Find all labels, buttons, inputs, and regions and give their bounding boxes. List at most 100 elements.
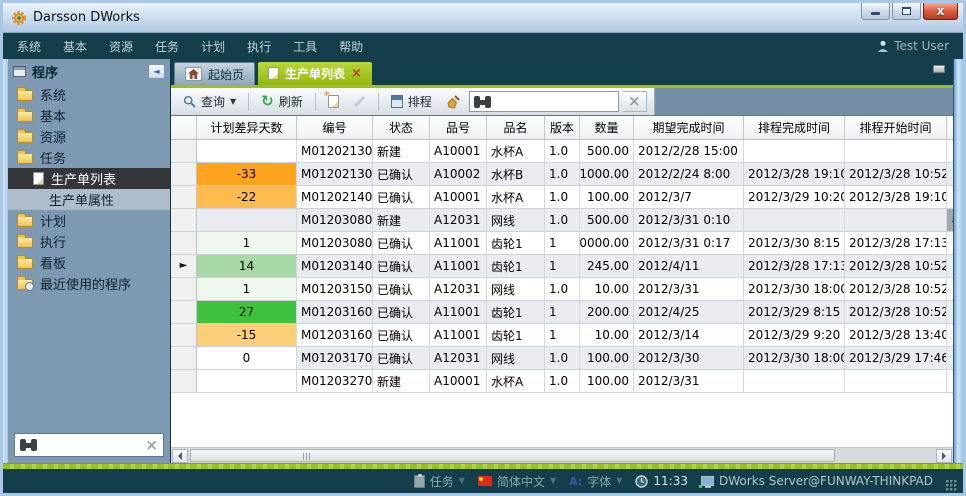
row-selector[interactable]: [171, 278, 197, 300]
sidebar-item[interactable]: 最近使用的程序: [8, 273, 170, 294]
scroll-left-button[interactable]: [172, 449, 188, 463]
table-row[interactable]: 1M012031501已确认A12031网线1.010.002012/3/312…: [171, 278, 953, 301]
sidebar-item[interactable]: 系统: [8, 84, 170, 105]
row-selector[interactable]: [171, 301, 197, 323]
sidebar-item[interactable]: 生产单属性: [8, 189, 170, 210]
column-header-sched_start[interactable]: 排程开始时间: [845, 116, 947, 139]
cell-code: M012021302: [297, 163, 373, 185]
minimize-button[interactable]: [861, 3, 890, 20]
menu-item-2[interactable]: 资源: [109, 38, 133, 55]
sidebar-item[interactable]: 执行: [8, 231, 170, 252]
column-header-version[interactable]: 版本: [545, 116, 580, 139]
column-header-expected[interactable]: 期望完成时间: [634, 116, 744, 139]
cell-qty: 200.00: [580, 301, 634, 323]
column-header-item_name[interactable]: 品名: [487, 116, 545, 139]
page-icon: [268, 67, 279, 80]
task-label: 任务: [430, 473, 454, 490]
table-row[interactable]: -22M012021401已确认A10001水杯A1.0100.002012/3…: [171, 186, 953, 209]
cell-code: M012031501: [297, 278, 373, 300]
folder-icon: [17, 132, 33, 143]
table-row[interactable]: 1M012030802已确认A11001齿轮1110000.002012/3/3…: [171, 232, 953, 255]
table-row[interactable]: M012032701新建A10001水杯A1.0100.002012/3/31: [171, 370, 953, 393]
clean-button[interactable]: [441, 93, 465, 111]
refresh-icon: ↻: [261, 94, 274, 109]
menu-item-0[interactable]: 系统: [17, 38, 41, 55]
sidebar-item[interactable]: 看板: [8, 252, 170, 273]
table-row[interactable]: -15M012031602已确认A11001齿轮1110.002012/3/14…: [171, 324, 953, 347]
cell-item_no: A12031: [430, 209, 487, 231]
row-selector[interactable]: [171, 209, 197, 231]
scroll-right-button[interactable]: [936, 449, 952, 463]
cell-item_no: A10001: [430, 140, 487, 162]
row-selector[interactable]: [171, 186, 197, 208]
column-header-diff[interactable]: 计划差异天数: [197, 116, 297, 139]
restore-button[interactable]: [892, 3, 921, 20]
table-row[interactable]: M012030801新建A12031网线1.0500.002012/3/31 0…: [171, 209, 953, 232]
cell-sched_end: [744, 140, 845, 162]
sidebar-item[interactable]: 任务: [8, 147, 170, 168]
sidebar-item[interactable]: 生产单列表: [8, 168, 170, 189]
sidebar-search-input[interactable]: [43, 438, 139, 452]
menu-item-4[interactable]: 计划: [201, 38, 225, 55]
table-row[interactable]: 27M012031601已确认A11001齿轮11200.002012/4/25…: [171, 301, 953, 324]
tab-start-page[interactable]: 起始页: [174, 62, 255, 85]
row-selector[interactable]: [171, 347, 197, 369]
search-icon: [183, 95, 196, 108]
cell-version: 1.0: [545, 186, 580, 208]
row-selector[interactable]: [171, 140, 197, 162]
row-selector[interactable]: ►: [171, 255, 197, 277]
menu-item-6[interactable]: 工具: [293, 38, 317, 55]
table-row[interactable]: 0M012031701已确认A12031网线1.0100.002012/3/30…: [171, 347, 953, 370]
row-selector[interactable]: [171, 163, 197, 185]
row-selector[interactable]: [171, 324, 197, 346]
cell-item_name: 网线: [487, 278, 545, 300]
menu-item-3[interactable]: 任务: [155, 38, 179, 55]
menu-item-5[interactable]: 执行: [247, 38, 271, 55]
font-icon: A:: [569, 475, 582, 488]
chevron-down-icon: ▼: [230, 98, 236, 106]
row-selector[interactable]: [171, 370, 197, 392]
sidebar-item[interactable]: 资源: [8, 126, 170, 147]
toolbar-search-input[interactable]: [496, 95, 614, 109]
window-right-frame: [953, 59, 963, 463]
grid-body: M012021301新建A10001水杯A1.0500.002012/2/28 …: [171, 140, 953, 393]
clock-item: 11:33: [635, 474, 688, 488]
language-menu[interactable]: 简体中文 ▼: [478, 473, 556, 490]
chevron-down-icon: ▼: [616, 477, 622, 485]
table-row[interactable]: ►14M012031402已确认A11001齿轮11245.002012/4/1…: [171, 255, 953, 278]
close-button[interactable]: x: [923, 3, 958, 20]
folder-icon: [17, 90, 33, 101]
table-row[interactable]: -33M012021302已确认A10002水杯B1.01000.002012/…: [171, 163, 953, 186]
menu-item-7[interactable]: 帮助: [339, 38, 363, 55]
font-menu[interactable]: A: 字体 ▼: [569, 473, 622, 490]
edit-button[interactable]: [348, 98, 371, 105]
column-header-qty[interactable]: 数量: [580, 116, 634, 139]
user-info[interactable]: Test User: [877, 39, 949, 53]
new-button[interactable]: *: [323, 93, 344, 110]
resize-grip[interactable]: [946, 480, 957, 491]
row-selector[interactable]: [171, 232, 197, 254]
table-row[interactable]: M012021301新建A10001水杯A1.0500.002012/2/28 …: [171, 140, 953, 163]
sidebar-item[interactable]: 计划: [8, 210, 170, 231]
sidebar-item[interactable]: 基本: [8, 105, 170, 126]
column-header-status[interactable]: 状态: [373, 116, 430, 139]
sidebar-search-clear-icon[interactable]: ×: [145, 438, 158, 453]
cell-version: 1.0: [545, 140, 580, 162]
column-header-item_no[interactable]: 品号: [430, 116, 487, 139]
cell-expected: 2012/3/14: [634, 324, 744, 346]
tab-production-order-list[interactable]: 生产单列表 ×: [258, 62, 372, 85]
toolbar-search-clear-button[interactable]: ×: [623, 91, 647, 112]
scrollbar-thumb[interactable]: [190, 449, 835, 462]
schedule-button[interactable]: 排程: [386, 91, 437, 112]
horizontal-scrollbar[interactable]: [171, 447, 953, 463]
tab-close-icon[interactable]: ×: [351, 67, 362, 80]
column-header-sched_end[interactable]: 排程完成时间: [744, 116, 845, 139]
cell-sched_start: 2012/3/28 10:52: [845, 278, 947, 300]
refresh-button[interactable]: ↻ 刷新: [256, 91, 308, 112]
sidebar-collapse-button[interactable]: ◄: [148, 64, 165, 79]
task-menu[interactable]: 任务 ▼: [414, 473, 465, 490]
query-button[interactable]: 查询 ▼: [178, 91, 241, 112]
menu-item-1[interactable]: 基本: [63, 38, 87, 55]
column-header-code[interactable]: 编号: [297, 116, 373, 139]
pushpin-icon[interactable]: [933, 65, 945, 73]
